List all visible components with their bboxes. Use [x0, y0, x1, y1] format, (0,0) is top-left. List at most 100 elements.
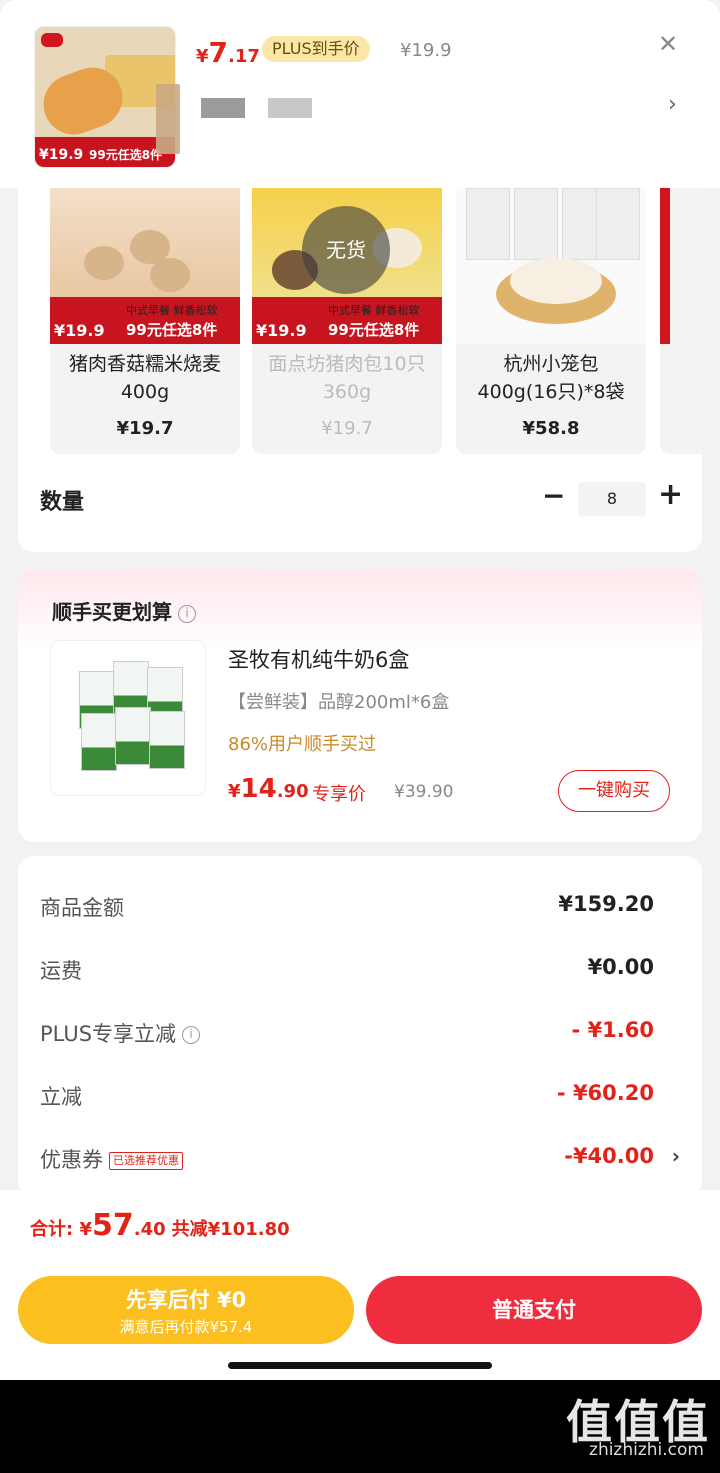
- quantity-plus-button[interactable]: +: [658, 480, 683, 510]
- thumb-price-tag: ¥19.9: [39, 147, 84, 163]
- price-dec: .90: [276, 781, 309, 802]
- sku-tag-top: 中式早餐 鲜香松软: [126, 304, 218, 317]
- sku-option[interactable]: 杭州小笼包400g(16只)*8袋 ¥58.8: [456, 188, 646, 454]
- summary-value: - ¥60.20: [556, 1081, 654, 1105]
- sku-name: 杭州小笼包400g(16只)*8袋: [477, 353, 625, 403]
- summary-label: PLUS专享立减 i: [40, 1018, 201, 1048]
- sku-tag-promo: 99元任选8件: [328, 321, 420, 339]
- bundle-product-spec: 【尝鲜装】品醇200ml*6盒: [228, 692, 450, 713]
- summary-label: 优惠券 已选推荐优惠: [40, 1144, 183, 1174]
- summary-value: -¥40.00: [564, 1144, 654, 1168]
- sku-tag-top: 中式早餐 鲜香松软: [328, 304, 420, 317]
- total-reduction: 共减¥101.80: [171, 1219, 290, 1240]
- summary-row-plus-discount: PLUS专享立减 i - ¥1.60: [40, 1018, 680, 1048]
- package-image: [596, 188, 640, 260]
- blurred-spec: [201, 98, 245, 118]
- chevron-right-icon[interactable]: ›: [672, 1144, 680, 1168]
- price-summary: 商品金额 ¥159.20 运费 ¥0.00 PLUS专享立减 i - ¥1.60 …: [18, 856, 702, 1196]
- blurred-spec: [268, 98, 312, 118]
- pay-later-button[interactable]: 先享后付 ¥0 满意后再付款¥57.4: [18, 1276, 354, 1344]
- bundle-title-text: 顺手买更划算: [52, 600, 172, 624]
- summary-row-instant-discount: 立减 - ¥60.20: [40, 1081, 680, 1111]
- quantity-input[interactable]: 8: [578, 482, 646, 516]
- summary-value: ¥0.00: [587, 955, 654, 979]
- pay-later-title: 先享后付 ¥0: [125, 1288, 247, 1312]
- milk-carton-image: [81, 713, 117, 771]
- plus-price-badge: PLUS到手价: [262, 36, 370, 62]
- total-dec: .40: [133, 1219, 166, 1240]
- thumb-promo: 99元任选8件: [89, 148, 163, 162]
- sku-selector: 中式早餐 鲜香松软 ¥19.9 99元任选8件 猪肉香菇糯米烧麦400g ¥19…: [18, 188, 702, 552]
- sku-name: 猪肉香菇糯米烧麦400g: [68, 353, 221, 403]
- pay-later-subtitle: 满意后再付款¥57.4: [119, 1318, 253, 1336]
- brand-logo: [41, 33, 63, 47]
- sku-price: ¥19.7: [321, 418, 373, 439]
- one-click-buy-button[interactable]: 一键购买: [558, 770, 670, 812]
- product-header: ¥19.9 99元任选8件 ¥7.17 PLUS到手价 ¥19.9 ✕ ›: [0, 0, 720, 188]
- price-int: 14: [240, 774, 277, 804]
- coupon-tag: 已选推荐优惠: [109, 1152, 183, 1170]
- package-image: [466, 188, 510, 260]
- sku-tag-price: ¥19.9: [256, 321, 307, 340]
- bundle-recommendation: 顺手买更划算 i 圣牧有机纯牛奶6盒 【尝鲜装】品醇200ml*6盒 86%用户顺…: [18, 570, 702, 842]
- milk-carton-image: [115, 707, 151, 765]
- price-currency: ¥: [228, 781, 241, 802]
- bundle-original-price: ¥39.90: [394, 782, 454, 802]
- summary-row-subtotal: 商品金额 ¥159.20: [40, 892, 680, 922]
- out-of-stock-badge: 无货: [302, 206, 390, 294]
- info-icon[interactable]: i: [182, 1026, 201, 1044]
- total-currency: ¥: [79, 1219, 92, 1240]
- shaomai-image: [84, 246, 124, 280]
- quantity-label: 数量: [40, 490, 85, 515]
- price-dec: .17: [228, 46, 260, 67]
- summary-label: 商品金额: [40, 896, 124, 920]
- home-indicator[interactable]: [228, 1362, 492, 1369]
- total-label: 合计:: [30, 1219, 80, 1240]
- bundle-title: 顺手买更划算 i: [52, 596, 196, 625]
- checkout-bar: 合计: ¥57.40 共减¥101.80 先享后付 ¥0 满意后再付款¥57.4 …: [0, 1190, 720, 1380]
- shaomai-image: [150, 258, 190, 292]
- summary-row-shipping: 运费 ¥0.00: [40, 955, 680, 985]
- close-icon[interactable]: ✕: [656, 32, 680, 56]
- summary-row-coupon[interactable]: 优惠券 已选推荐优惠 -¥40.00 ›: [40, 1144, 680, 1174]
- summary-label-text: PLUS专享立减: [40, 1022, 177, 1046]
- info-icon[interactable]: i: [178, 604, 196, 623]
- price-int: 7: [208, 36, 229, 69]
- sku-option-partial[interactable]: [660, 188, 702, 454]
- package-image: [514, 188, 558, 260]
- exclusive-price-label: 专享价: [312, 784, 366, 805]
- summary-value: - ¥1.60: [571, 1018, 654, 1042]
- chevron-right-icon[interactable]: ›: [668, 92, 677, 117]
- sku-price: ¥58.8: [522, 418, 580, 439]
- original-price: ¥19.9: [400, 40, 452, 61]
- dumplings-image: [510, 258, 602, 304]
- bundle-product-name[interactable]: 圣牧有机纯牛奶6盒: [228, 644, 409, 674]
- sku-option[interactable]: 中式早餐 鲜香松软 ¥19.9 99元任选8件 猪肉香菇糯米烧麦400g ¥19…: [50, 188, 240, 454]
- sku-name: 面点坊猪肉包10只360g: [268, 353, 426, 403]
- bundle-price: ¥14.90: [228, 774, 309, 804]
- watermark-footer: 值值值 zhizhizhi.com: [0, 1380, 720, 1473]
- summary-label-text: 优惠券: [40, 1148, 103, 1172]
- bundle-hint: 86%用户顺手买过: [228, 734, 377, 755]
- sku-tag-promo: 99元任选8件: [126, 321, 218, 339]
- milk-carton-image: [149, 711, 185, 769]
- sku-image: 中式早餐 鲜香松软 ¥19.9 99元任选8件 无货: [252, 188, 442, 344]
- sku-tag-price: ¥19.9: [54, 321, 105, 340]
- sku-image: [456, 188, 646, 344]
- sku-price: ¥19.7: [116, 418, 174, 439]
- product-thumbnail: ¥19.9 99元任选8件: [34, 26, 176, 168]
- bundle-product-image[interactable]: [50, 640, 206, 796]
- sku-image: 中式早餐 鲜香松软 ¥19.9 99元任选8件: [50, 188, 240, 344]
- order-total: 合计: ¥57.40 共减¥101.80: [30, 1208, 290, 1243]
- summary-label: 立减: [40, 1085, 82, 1109]
- quantity-minus-button[interactable]: −: [542, 482, 565, 510]
- blurred-region: [156, 84, 180, 154]
- summary-value: ¥159.20: [558, 892, 654, 916]
- plus-price: ¥7.17: [196, 36, 260, 69]
- pay-now-button[interactable]: 普通支付: [366, 1276, 702, 1344]
- sku-option[interactable]: 中式早餐 鲜香松软 ¥19.9 99元任选8件 无货 面点坊猪肉包10只360g…: [252, 188, 442, 454]
- watermark-url: zhizhizhi.com: [589, 1440, 704, 1460]
- total-int: 57: [92, 1208, 134, 1243]
- summary-label: 运费: [40, 959, 82, 983]
- price-currency: ¥: [196, 46, 209, 67]
